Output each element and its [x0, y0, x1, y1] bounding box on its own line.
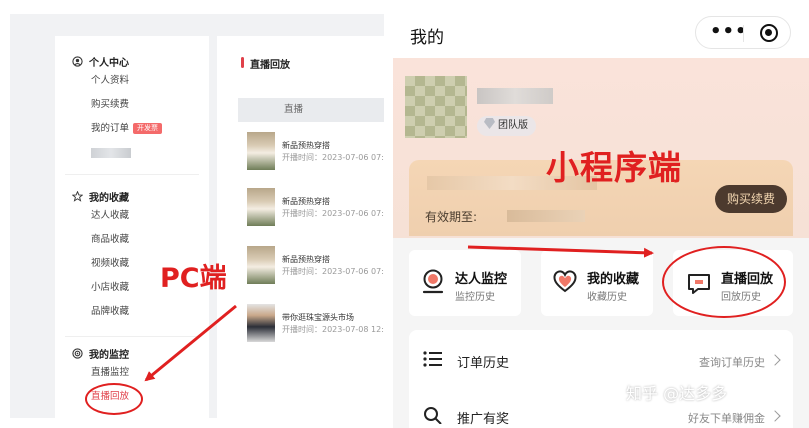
arrow-to-mp-replay: [467, 245, 654, 258]
arrow-to-pc-replay: [144, 304, 237, 382]
annotation-arrows: [144, 245, 654, 382]
watermark: 知乎 @达多多: [626, 384, 728, 403]
